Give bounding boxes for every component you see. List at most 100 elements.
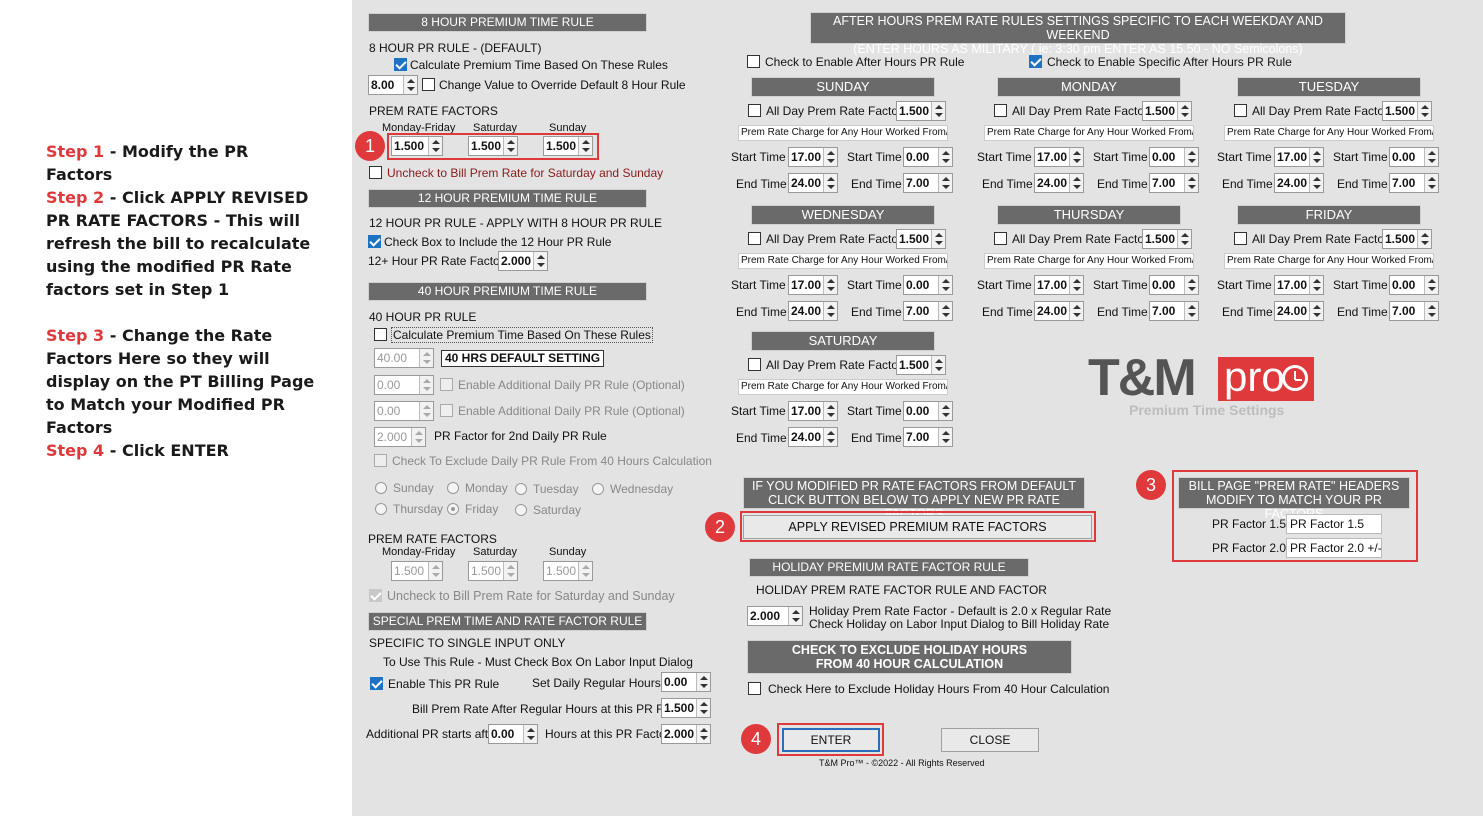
radio-tuesday[interactable] [515,483,527,495]
thursday-allday-checkbox[interactable] [994,232,1007,245]
saturday-allday-checkbox[interactable] [748,358,761,371]
logo-tm: T&M [1088,349,1197,407]
wednesday-end2-spinner[interactable]: 7.00 [903,301,953,321]
close-button[interactable]: CLOSE [941,728,1039,752]
wednesday-end1-spinner[interactable]: 24.00 [788,301,838,321]
friday-end2-spinner[interactable]: 7.00 [1389,301,1439,321]
friday-end2-label: End Time [1337,305,1388,319]
forty-daily1-checkbox[interactable] [440,378,453,391]
eight-weekend-checkbox[interactable] [369,166,382,179]
wednesday-start2-spinner[interactable]: 0.00 [903,275,953,295]
tuesday-start2-spinner[interactable]: 0.00 [1389,147,1439,167]
tuesday-start-label: Start Time [1217,150,1272,164]
thursday-start1-spinner[interactable]: 17.00 [1034,275,1084,295]
twelve-factor-spinner[interactable]: 2.000 [498,251,548,271]
step-2: Step 2 - Click APPLY REVISED PR RATE FAC… [46,188,311,299]
saturday-allday-label: All Day Prem Rate Factor [766,358,903,372]
forty-mf-spinner[interactable]: 1.500 [391,561,443,581]
radio-monday[interactable] [447,482,459,494]
eight-override-checkbox[interactable] [422,78,435,91]
holiday-header: HOLIDAY PREMIUM RATE FACTOR RULE [749,558,1029,577]
radio-thursday[interactable] [375,503,387,515]
wednesday-allday-spinner[interactable]: 1.500 [896,229,946,249]
sunday-start2-label: Start Time [847,150,902,164]
after-enable-checkbox[interactable] [747,55,760,68]
monday-end1-spinner[interactable]: 24.00 [1034,173,1084,193]
forty-sun-spinner[interactable]: 1.500 [543,561,593,581]
special-sub: SPECIFIC TO SINGLE INPUT ONLY [369,636,566,650]
tuesday-end1-spinner[interactable]: 24.00 [1274,173,1324,193]
wednesday-allday-checkbox[interactable] [748,232,761,245]
special-add-label: Additional PR starts after [366,727,499,741]
forty-hours-spinner[interactable]: 40.00 [374,348,434,368]
highlight-3 [1172,470,1418,562]
radio-friday[interactable] [447,503,459,515]
friday-allday-checkbox[interactable] [1234,232,1247,245]
forty-daily1-spinner[interactable]: 0.00 [374,375,434,395]
forty-weekend-checkbox[interactable] [369,589,382,602]
holiday-exclude-checkbox[interactable] [748,682,761,695]
twelve-include-checkbox[interactable] [368,235,381,248]
special-bill-spinner[interactable]: 1.500 [661,698,711,718]
radio-wednesday[interactable] [592,483,604,495]
thursday-start2-spinner[interactable]: 0.00 [1149,275,1199,295]
saturday-end1-spinner[interactable]: 24.00 [788,427,838,447]
after-specific-checkbox[interactable] [1029,55,1042,68]
thursday-end2-spinner[interactable]: 7.00 [1149,301,1199,321]
friday-allday-spinner[interactable]: 1.500 [1382,229,1432,249]
thursday-start2-label: Start Time [1093,278,1148,292]
tuesday-allday-spinner[interactable]: 1.500 [1382,101,1432,121]
saturday-start2-spinner[interactable]: 0.00 [903,401,953,421]
forty-default-button[interactable]: 40 HRS DEFAULT SETTING [441,350,605,367]
sunday-start2-spinner[interactable]: 0.00 [903,147,953,167]
thursday-allday-spinner[interactable]: 1.500 [1142,229,1192,249]
sunday-start1-spinner[interactable]: 17.00 [788,147,838,167]
saturday-allday-spinner[interactable]: 1.500 [896,355,946,375]
sunday-end1-spinner[interactable]: 24.00 [788,173,838,193]
eight-hour-header: 8 HOUR PREMIUM TIME RULE [368,13,647,32]
forty-daily2-spinner[interactable]: 0.00 [374,401,434,421]
forty-factor2-spinner[interactable]: 2.000 [374,427,426,447]
tuesday-header: TUESDAY [1237,77,1421,97]
thursday-end1-spinner[interactable]: 24.00 [1034,301,1084,321]
forty-exclude-checkbox[interactable] [374,454,387,467]
wednesday-start2-label: Start Time [847,278,902,292]
eight-hours-spinner[interactable]: 8.00 [368,75,418,95]
twelve-include-label: Check Box to Include the 12 Hour PR Rule [384,235,612,249]
saturday-start1-spinner[interactable]: 17.00 [788,401,838,421]
special-enable-checkbox[interactable] [370,677,383,690]
forty-sat-spinner[interactable]: 1.500 [468,561,518,581]
monday-start2-spinner[interactable]: 0.00 [1149,147,1199,167]
tuesday-end2-spinner[interactable]: 7.00 [1389,173,1439,193]
monday-allday-spinner[interactable]: 1.500 [1142,101,1192,121]
saturday-end2-spinner[interactable]: 7.00 [903,427,953,447]
wednesday-start1-spinner[interactable]: 17.00 [788,275,838,295]
monday-end2-spinner[interactable]: 7.00 [1149,173,1199,193]
sunday-allday-checkbox[interactable] [748,104,761,117]
saturday-charge-label: Prem Rate Charge for Any Hour Worked Fro… [738,379,948,395]
sunday-allday-spinner[interactable]: 1.500 [896,101,946,121]
tuesday-allday-checkbox[interactable] [1234,104,1247,117]
friday-start1-spinner[interactable]: 17.00 [1274,275,1324,295]
friday-start2-spinner[interactable]: 0.00 [1389,275,1439,295]
tuesday-start2-label: Start Time [1333,150,1388,164]
special-add-spinner[interactable]: 0.00 [488,724,538,744]
special-daily-label: Set Daily Regular Hours to [532,676,675,690]
friday-end1-spinner[interactable]: 24.00 [1274,301,1324,321]
monday-start-label: Start Time [977,150,1032,164]
radio-saturday[interactable] [515,504,527,516]
monday-allday-checkbox[interactable] [994,104,1007,117]
monday-start1-spinner[interactable]: 17.00 [1034,147,1084,167]
wednesday-header: WEDNESDAY [751,205,935,225]
forty-calc-checkbox[interactable] [374,328,387,341]
eight-calc-checkbox[interactable] [394,58,407,71]
marker-2: 2 [705,512,735,542]
sunday-header: SUNDAY [751,77,935,97]
holiday-factor-spinner[interactable]: 2.000 [747,606,803,626]
sunday-end2-spinner[interactable]: 7.00 [903,173,953,193]
tuesday-start1-spinner[interactable]: 17.00 [1274,147,1324,167]
forty-daily2-checkbox[interactable] [440,404,453,417]
special-daily-spinner[interactable]: 0.00 [661,672,711,692]
special-hours-spinner[interactable]: 2.000 [661,724,711,744]
radio-sunday[interactable] [375,482,387,494]
